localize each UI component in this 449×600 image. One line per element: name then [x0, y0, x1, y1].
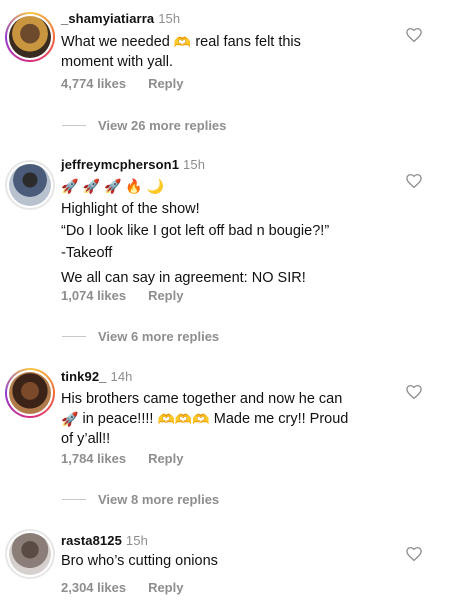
comment-time: 15h [125, 533, 148, 548]
comment-line: real fans felt this [195, 34, 301, 50]
rocket-emoji: 🚀 [103, 178, 122, 194]
heart-hands-emoji: 🫶 [157, 411, 175, 427]
divider-line [62, 336, 86, 337]
rocket-emoji: 🚀 [61, 178, 79, 194]
view-replies-button[interactable]: View 6 more replies [62, 329, 219, 344]
username-text[interactable]: _shamyiatiarra [61, 11, 154, 26]
comment-meta: 4,774 likes Reply [61, 76, 183, 91]
comment-time: 14h [110, 369, 133, 384]
username-text[interactable]: tink92_ [61, 369, 107, 384]
comment-line: What we needed [61, 34, 170, 50]
likes-count[interactable]: 1,074 likes [61, 288, 126, 303]
comment-line: in peace!!!! [82, 411, 154, 427]
avatar[interactable] [5, 529, 55, 579]
view-replies-button[interactable]: View 8 more replies [62, 492, 219, 507]
comment-text: 🚀 🚀 🚀 🔥 🌙 [61, 176, 164, 196]
avatar-image [9, 372, 51, 414]
heart-hands-emoji: 🫶 [173, 34, 192, 50]
comment-username[interactable]: tink92_ 14h [61, 369, 133, 384]
comment-text: What we needed 🫶 real fans felt this mom… [61, 32, 301, 72]
likes-count[interactable]: 1,784 likes [61, 451, 126, 466]
fire-emoji: 🔥 [125, 178, 143, 194]
comment-line: moment with yall. [61, 54, 174, 70]
comment-time: 15h [158, 11, 181, 26]
comment-text: His brothers came together and now he ca… [61, 389, 348, 449]
divider-line [62, 499, 86, 500]
heart-hands-emoji: 🫶 [174, 411, 193, 427]
avatar[interactable] [5, 160, 55, 210]
comment-line: Made me cry!! Proud [213, 411, 349, 427]
reply-button[interactable]: Reply [148, 76, 183, 91]
reply-button[interactable]: Reply [148, 288, 183, 303]
divider-line [62, 125, 86, 126]
crescent-moon-emoji: 🌙 [146, 178, 165, 194]
avatar[interactable] [5, 12, 55, 62]
heart-icon[interactable] [405, 545, 423, 563]
heart-icon[interactable] [405, 383, 423, 401]
view-replies-button[interactable]: View 26 more replies [62, 118, 226, 133]
comment-line: Bro who’s cutting onions [61, 553, 218, 569]
likes-count[interactable]: 2,304 likes [61, 580, 126, 595]
comment-line: “Do I look like I got left off bad n bou… [61, 223, 330, 239]
comment-line: His brothers came together and now he ca… [61, 391, 343, 407]
username-text[interactable]: rasta8125 [61, 533, 122, 548]
avatar[interactable] [5, 368, 55, 418]
comment-text: Bro who’s cutting onions [61, 551, 218, 571]
avatar-image [9, 16, 51, 58]
view-replies-label[interactable]: View 26 more replies [98, 118, 226, 133]
comment-meta: 1,784 likes Reply [61, 451, 183, 466]
comment-line: -Takeoff [61, 245, 113, 261]
reply-button[interactable]: Reply [148, 451, 183, 466]
view-replies-label[interactable]: View 8 more replies [98, 492, 219, 507]
avatar-image [9, 533, 51, 575]
username-text[interactable]: jeffreymcpherson1 [61, 157, 179, 172]
avatar-image [9, 164, 51, 206]
view-replies-label[interactable]: View 6 more replies [98, 329, 219, 344]
comment-meta: 1,074 likes Reply [61, 288, 183, 303]
rocket-emoji: 🚀 [82, 178, 100, 194]
heart-hands-emoji: 🫶 [192, 411, 210, 427]
heart-icon[interactable] [405, 172, 423, 190]
comment-line: of y’all!! [61, 431, 111, 447]
comment-username[interactable]: rasta8125 15h [61, 533, 148, 548]
comment-line: Highlight of the show! [61, 201, 200, 217]
comment-username[interactable]: jeffreymcpherson1 15h [61, 157, 205, 172]
reply-button[interactable]: Reply [148, 580, 183, 595]
comment-line: We all can say in agreement: NO SIR! [61, 270, 306, 286]
comment-meta: 2,304 likes Reply [61, 580, 183, 595]
likes-count[interactable]: 4,774 likes [61, 76, 126, 91]
heart-icon[interactable] [405, 26, 423, 44]
comment-username[interactable]: _shamyiatiarra 15h [61, 11, 180, 26]
rocket-emoji: 🚀 [61, 411, 79, 427]
comment-text: Highlight of the show! “Do I look like I… [61, 198, 329, 289]
comment-time: 15h [183, 157, 206, 172]
